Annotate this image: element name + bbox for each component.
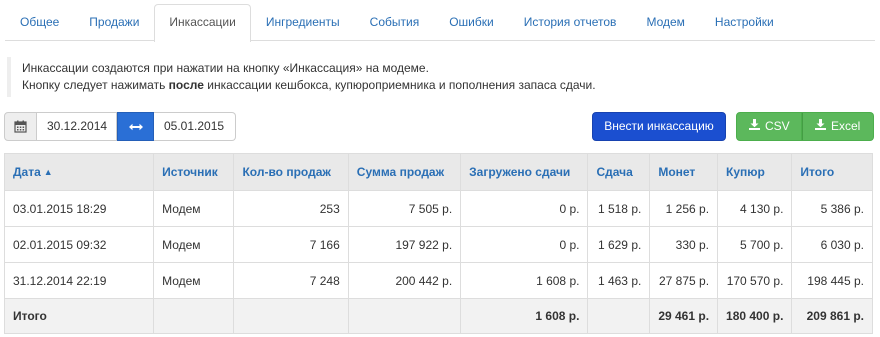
table-row: 02.01.2015 09:32 Модем 7 166 197 922 р. … — [3, 226, 873, 263]
date-range-picker: 30.12.2014 05.01.2015 — [4, 112, 236, 141]
table-footer-row: Итого 1 608 р. 29 461 р. 180 400 р. 209 … — [3, 298, 873, 334]
tab-general[interactable]: Общее — [5, 4, 74, 41]
info-line-2-end: инкассации кешбокса, купюроприемника и п… — [203, 78, 596, 92]
tab-errors[interactable]: Ошибки — [434, 4, 509, 41]
cell-date: 03.01.2015 18:29 — [3, 190, 155, 227]
export-buttons: CSV Excel — [736, 112, 874, 141]
table-row: 03.01.2015 18:29 Модем 253 7 505 р. 0 р.… — [3, 190, 873, 227]
col-header-change[interactable]: Сдача — [587, 153, 651, 191]
info-line-1: Инкассации создаются при нажатии на кноп… — [22, 61, 429, 75]
cell-sales-count: 7 166 — [233, 226, 349, 263]
calendar-icon[interactable] — [4, 112, 37, 141]
tab-report-history[interactable]: История отчетов — [509, 4, 632, 41]
cell-coins: 330 р. — [649, 226, 719, 263]
cell-date: 31.12.2014 22:19 — [3, 262, 155, 299]
tab-sales[interactable]: Продажи — [74, 4, 154, 41]
cell-sales-sum: 7 505 р. — [347, 190, 462, 227]
collections-table: Дата ▲ Источник Кол-во продаж Сумма прода… — [3, 153, 873, 334]
info-line-2-start: Кнопку следует нажимать — [22, 78, 169, 92]
info-note: Инкассации создаются при нажатии на кноп… — [7, 57, 875, 97]
tab-events[interactable]: События — [355, 4, 435, 41]
cell-change-loaded: 0 р. — [460, 226, 589, 263]
cell-sales-sum: 197 922 р. — [347, 226, 462, 263]
cell-coins: 1 256 р. — [649, 190, 719, 227]
footer-cell-change — [587, 298, 651, 334]
tab-bar: Общее Продажи Инкассации Ингредиенты Соб… — [5, 4, 875, 42]
download-icon — [815, 113, 826, 140]
excel-label: Excel — [831, 119, 861, 133]
table-header-row: Дата ▲ Источник Кол-во продаж Сумма прода… — [3, 153, 873, 191]
col-header-sales-sum[interactable]: Сумма продаж — [347, 153, 462, 191]
col-header-date-label: Дата — [13, 165, 41, 179]
footer-cell-change-loaded: 1 608 р. — [460, 298, 589, 334]
cell-sales-count: 253 — [233, 190, 349, 227]
cell-change: 1 629 р. — [587, 226, 651, 263]
col-header-bills[interactable]: Купюр — [717, 153, 793, 191]
footer-cell-total: 209 861 р. — [791, 298, 873, 334]
footer-cell-source — [153, 298, 235, 334]
cell-coins: 27 875 р. — [649, 262, 719, 299]
sort-up-icon: ▲ — [43, 167, 53, 177]
info-line-2: Кнопку следует нажимать после инкассации… — [22, 77, 875, 94]
cell-bills: 5 700 р. — [717, 226, 793, 263]
cell-change: 1 463 р. — [587, 262, 651, 299]
col-header-source[interactable]: Источник — [153, 153, 235, 191]
col-header-change-loaded[interactable]: Загружено сдачи — [460, 153, 589, 191]
col-header-sales-count[interactable]: Кол-во продаж — [233, 153, 349, 191]
cell-date: 02.01.2015 09:32 — [3, 226, 155, 263]
tab-settings[interactable]: Настройки — [700, 4, 789, 41]
table-row: 31.12.2014 22:19 Модем 7 248 200 442 р. … — [3, 262, 873, 299]
cell-total: 6 030 р. — [791, 226, 873, 263]
cell-bills: 170 570 р. — [717, 262, 793, 299]
info-line-2-emphasis: после — [168, 78, 204, 92]
export-excel-button[interactable]: Excel — [802, 112, 874, 141]
cell-sales-count: 7 248 — [233, 262, 349, 299]
tab-modem[interactable]: Модем — [631, 4, 699, 41]
cell-change: 1 518 р. — [587, 190, 651, 227]
add-collection-button[interactable]: Внести инкассацию — [592, 112, 726, 141]
footer-cell-sales-count — [233, 298, 349, 334]
col-header-coins[interactable]: Монет — [649, 153, 719, 191]
footer-cell-bills: 180 400 р. — [717, 298, 793, 334]
cell-source: Модем — [153, 226, 235, 263]
date-from-input[interactable]: 30.12.2014 — [37, 112, 117, 141]
cell-source: Модем — [153, 190, 235, 227]
col-header-total[interactable]: Итого — [791, 153, 873, 191]
cell-bills: 4 130 р. — [717, 190, 793, 227]
export-csv-button[interactable]: CSV — [736, 112, 802, 141]
cell-source: Модем — [153, 262, 235, 299]
csv-label: CSV — [765, 119, 790, 133]
download-icon — [749, 113, 760, 140]
col-header-date[interactable]: Дата ▲ — [3, 153, 155, 191]
cell-change-loaded: 1 608 р. — [460, 262, 589, 299]
cell-sales-sum: 200 442 р. — [347, 262, 462, 299]
date-to-input[interactable]: 05.01.2015 — [154, 112, 236, 141]
footer-label: Итого — [3, 298, 155, 334]
tab-collections[interactable]: Инкассации — [154, 4, 251, 42]
footer-cell-coins: 29 461 р. — [649, 298, 719, 334]
cell-total: 198 445 р. — [791, 262, 873, 299]
swap-arrows-icon[interactable] — [117, 112, 154, 141]
cell-total: 5 386 р. — [791, 190, 873, 227]
cell-change-loaded: 0 р. — [460, 190, 589, 227]
tab-ingredients[interactable]: Ингредиенты — [251, 4, 355, 41]
footer-cell-sales-sum — [347, 298, 462, 334]
